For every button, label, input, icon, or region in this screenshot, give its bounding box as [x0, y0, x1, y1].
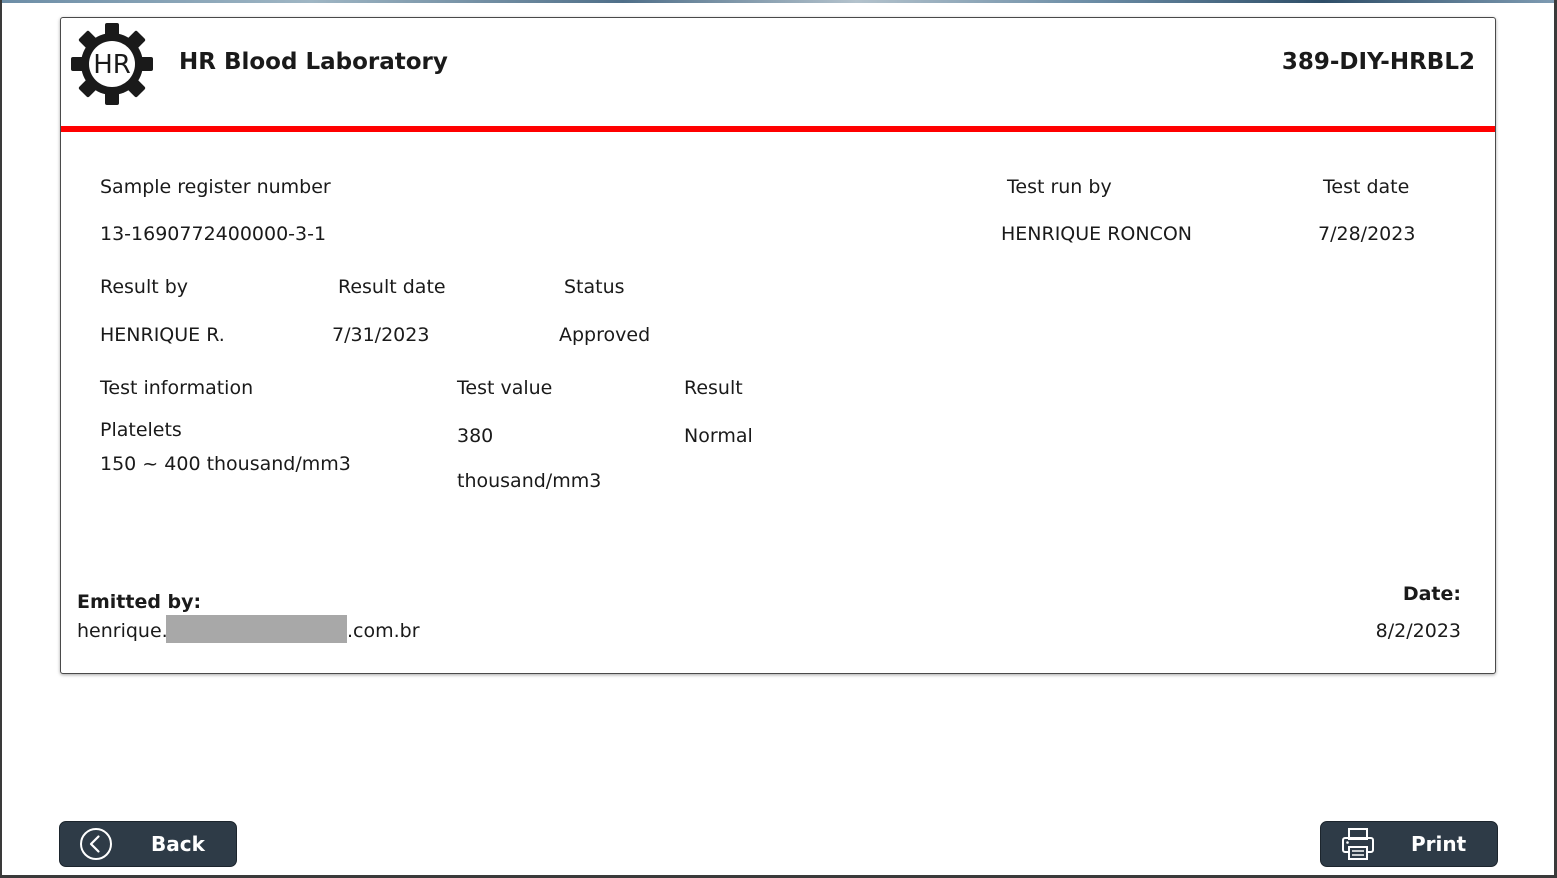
print-button[interactable]: Print — [1320, 821, 1498, 867]
result-by-label: Result by — [100, 276, 189, 298]
lab-name: HR Blood Laboratory — [179, 49, 448, 75]
test-name: Platelets — [100, 419, 182, 441]
test-result-value: Normal — [684, 425, 753, 447]
sample-register-label: Sample register number — [100, 176, 331, 198]
hr-gear-logo-icon: HR — [70, 22, 154, 106]
emission-date-value: 8/2/2023 — [1375, 620, 1461, 642]
test-value-unit: thousand/mm3 — [457, 470, 602, 492]
test-value-label: Test value — [457, 377, 553, 399]
emitted-by-email-prefix: henrique. — [77, 620, 168, 642]
emitted-by-email-suffix: .com.br — [347, 620, 420, 642]
test-date-label: Test date — [1323, 176, 1410, 198]
test-reference-range: 150 ~ 400 thousand/mm3 — [100, 453, 351, 475]
sample-register-value: 13-1690772400000-3-1 — [100, 223, 327, 245]
chevron-left-circle-icon — [79, 827, 113, 865]
report-code: 389-DIY-HRBL2 — [1281, 49, 1475, 75]
status-label: Status — [564, 276, 625, 298]
printer-icon — [1340, 826, 1376, 866]
report-card: HR HR Blood Laboratory 389-DIY-HRBL2 Sam… — [60, 17, 1496, 674]
print-button-label: Print — [1411, 832, 1467, 856]
back-button-label: Back — [151, 832, 205, 856]
test-result-label: Result — [684, 377, 743, 399]
header-divider — [61, 126, 1495, 132]
window-frame-left — [0, 0, 2, 878]
result-date-value: 7/31/2023 — [332, 324, 430, 346]
window-top-strip — [0, 0, 1557, 3]
test-information-label: Test information — [100, 377, 254, 399]
result-date-label: Result date — [338, 276, 446, 298]
test-run-by-label: Test run by — [1007, 176, 1112, 198]
logo-text: HR — [93, 50, 131, 80]
redacted-email-block — [166, 615, 347, 643]
test-value: 380 — [457, 425, 494, 447]
emission-date-label: Date: — [1402, 583, 1461, 605]
test-date-value: 7/28/2023 — [1318, 223, 1416, 245]
back-button[interactable]: Back — [59, 821, 237, 867]
result-by-value: HENRIQUE R. — [100, 324, 225, 346]
status-value: Approved — [559, 324, 651, 346]
test-run-by-value: HENRIQUE RONCON — [1001, 223, 1193, 245]
emitted-by-label: Emitted by: — [77, 591, 202, 613]
